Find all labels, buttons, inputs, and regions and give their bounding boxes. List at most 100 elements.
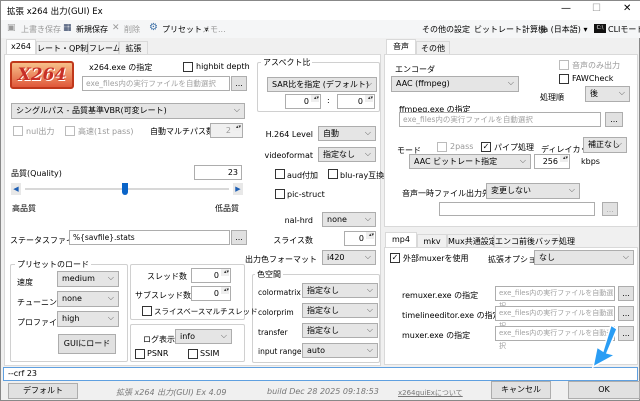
twopass-checkbox[interactable]	[437, 142, 447, 152]
tab-rate-qp[interactable]: レート・QP制御	[36, 41, 96, 55]
temp-output-select[interactable]: 変更しない	[486, 183, 580, 199]
x264-exe-input[interactable]: exe_files内の実行ファイルを自動選択	[82, 76, 230, 91]
speed-select[interactable]: medium	[57, 271, 119, 287]
language-menu[interactable]: ja (日本語) ▾	[541, 24, 587, 35]
bluray-label: blu-ray互換	[340, 171, 385, 180]
overwrite-save-button[interactable]: 上書き保存	[21, 24, 61, 35]
remuxer-input[interactable]: exe_files内の実行ファイルを自動選択	[495, 286, 615, 310]
aspect-h-spinner[interactable]: 0	[337, 94, 375, 109]
input-range-label: input range	[258, 347, 302, 356]
threads-spinner[interactable]: 0	[191, 268, 231, 283]
subthreads-spinner[interactable]: 0	[191, 286, 231, 301]
aud-label: aud付加	[287, 171, 319, 180]
aud-checkbox[interactable]	[275, 169, 285, 179]
close-button[interactable]: ✕	[623, 3, 631, 14]
nalhrd-label: nal-hrd	[284, 216, 313, 225]
delay-select[interactable]: 補正なし	[583, 137, 627, 153]
audio-mode-select[interactable]: AAC ビットレート指定	[409, 154, 531, 169]
remuxer-browse[interactable]: ...	[618, 286, 634, 301]
timelineeditor-input[interactable]: exe_files内の実行ファイルを自動選択	[495, 306, 615, 330]
fast-label: 高速(1st pass)	[78, 127, 134, 136]
slider-left-arrow[interactable]: ◀	[11, 183, 21, 195]
temp-output-label: 音声一時ファイル出力先	[402, 189, 490, 198]
auto-multipass-spinner[interactable]: 2	[210, 123, 243, 138]
faw-label: FAWCheck	[572, 74, 614, 83]
tab-extension[interactable]: 拡張	[119, 41, 148, 55]
cancel-button[interactable]: キャンセル	[491, 381, 551, 399]
log-select[interactable]: info	[175, 329, 232, 344]
slice-based-checkbox[interactable]	[142, 306, 152, 316]
quality-input[interactable]: 23	[194, 165, 242, 180]
timelineeditor-browse[interactable]: ...	[618, 306, 634, 321]
ext-option-select[interactable]: なし	[534, 250, 634, 265]
tab-audio[interactable]: 音声	[386, 39, 416, 55]
external-muxer-checkbox[interactable]: ✓	[390, 253, 400, 263]
bluray-checkbox[interactable]	[328, 169, 338, 179]
fast-checkbox[interactable]	[65, 126, 75, 136]
temp-output-path[interactable]	[439, 202, 595, 216]
ok-button[interactable]: OK	[568, 381, 640, 399]
audio-only-checkbox[interactable]	[559, 60, 569, 70]
tab-batch[interactable]: エンコ前後バッチ処理	[494, 234, 575, 248]
bitrate-calc-button[interactable]: ビットレート計算機	[474, 24, 546, 35]
tab-x264[interactable]: x264	[6, 39, 36, 55]
csp-select[interactable]: i420	[322, 250, 376, 265]
picstruct-checkbox[interactable]	[275, 189, 285, 199]
nalhrd-select[interactable]: none	[322, 212, 376, 227]
status-file-input[interactable]: %{savfile}.stats	[69, 230, 230, 245]
tab-mp4[interactable]: mp4	[385, 232, 417, 248]
command-line-display[interactable]: --crf 23	[3, 367, 638, 381]
default-button[interactable]: デフォルト	[8, 383, 78, 399]
tab-frame[interactable]: フレーム	[88, 41, 121, 55]
load-to-gui-button[interactable]: GUIにロード	[58, 334, 116, 354]
encode-mode-select[interactable]: シングルパス - 品質基準VBR(可変レート)	[11, 103, 245, 119]
x264-panel: X264 x264.exe の指定 highbit depth exe_file…	[4, 54, 385, 366]
ffmpeg-input[interactable]: exe_files内の実行ファイルを自動選択	[399, 112, 601, 127]
bitrate-spinner[interactable]: 256	[534, 154, 570, 169]
colormatrix-select[interactable]: 指定なし	[302, 283, 378, 298]
aspect-mode-select[interactable]: SAR比を指定 (デフォルト)	[267, 77, 377, 92]
memo-field[interactable]: メモ...	[202, 24, 226, 35]
order-select[interactable]: 後	[585, 86, 630, 102]
title-bar: 拡張 x264 出力(GUI) Ex — ☐ ✕	[1, 1, 640, 20]
log-label: ログ表示	[143, 335, 175, 344]
timelineeditor-label: timelineeditor.exe の指定	[402, 311, 501, 320]
slices-spinner[interactable]: 0	[344, 231, 376, 246]
x264-exe-browse[interactable]: ...	[231, 76, 247, 91]
build-label: build Dec 28 2025 09:18:53	[267, 387, 379, 396]
about-link[interactable]: x264guiExについて	[398, 388, 463, 398]
delete-button[interactable]: 削除	[124, 24, 140, 35]
colorspace-title: 色空間	[255, 269, 283, 280]
faw-checkbox[interactable]	[559, 74, 569, 84]
cli-mode-button[interactable]: CLIモード	[608, 24, 640, 35]
maximize-button[interactable]: ☐	[592, 3, 601, 14]
encoder-label: エンコーダ	[395, 65, 435, 74]
quality-slider[interactable]: ◀ ▶	[11, 183, 243, 197]
ssim-checkbox[interactable]	[188, 349, 198, 359]
tab-mkv[interactable]: mkv	[417, 234, 447, 248]
colorprim-select[interactable]: 指定なし	[302, 303, 378, 318]
level-select[interactable]: 自動	[318, 126, 376, 141]
encoder-select[interactable]: AAC (ffmpeg)	[391, 76, 519, 92]
highbit-checkbox[interactable]	[183, 62, 193, 72]
aspect-w-spinner[interactable]: 0	[285, 94, 321, 109]
order-label: 処理順	[540, 93, 564, 102]
main-tabs: x264 レート・QP制御 フレーム 拡張	[6, 39, 151, 55]
slider-right-arrow[interactable]: ▶	[233, 183, 243, 195]
new-save-button[interactable]: 新規保存	[76, 24, 108, 35]
profile-select[interactable]: high	[57, 311, 119, 327]
tune-select[interactable]: none	[57, 291, 119, 307]
minimize-button[interactable]: —	[561, 3, 571, 14]
slider-thumb[interactable]	[121, 183, 128, 195]
videoformat-select[interactable]: 指定なし	[318, 147, 376, 162]
ffmpeg-browse[interactable]: ...	[605, 112, 623, 127]
nul-output-checkbox[interactable]	[13, 126, 23, 136]
input-range-select[interactable]: auto	[302, 343, 378, 358]
tab-other[interactable]: その他	[416, 41, 450, 55]
psnr-checkbox[interactable]	[135, 349, 145, 359]
temp-output-browse[interactable]: ...	[602, 202, 618, 216]
transfer-select[interactable]: 指定なし	[302, 323, 378, 338]
pipe-checkbox[interactable]: ✓	[481, 142, 491, 152]
tab-mux-common[interactable]: Mux共通設定	[447, 234, 497, 248]
other-settings-button[interactable]: その他の設定	[422, 24, 470, 35]
